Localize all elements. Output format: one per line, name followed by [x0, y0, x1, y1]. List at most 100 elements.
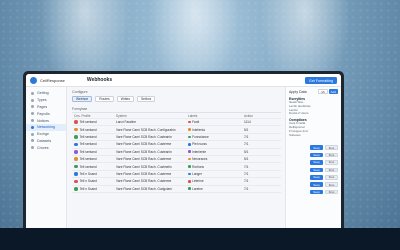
labels-cell: Lareine: [188, 187, 244, 191]
column-header[interactable]: Cns. Profile: [72, 114, 116, 118]
profile-name: Tell sentand: [79, 120, 97, 125]
row-secondary-button[interactable]: Fmo: [325, 167, 338, 173]
sidebar-item-payrolls[interactable]: Payrolls: [26, 110, 66, 117]
label-text: Intelienia: [192, 127, 205, 132]
right-panel-title: Apply Data: [289, 89, 307, 94]
monitor: CellResponse Webhooks Get Formatting Get…: [23, 71, 344, 228]
section-label: Configure: [72, 90, 88, 94]
column-header[interactable]: Action: [244, 114, 266, 118]
sidebar-item-label: Exchge: [37, 132, 49, 137]
action-cell: 1114: [244, 120, 251, 125]
sidebar: Getting Types Pages Payrolls Notices Networki…: [26, 87, 67, 228]
profile-cell: Tell sentand: [72, 128, 116, 132]
add-button[interactable]: Add: [328, 89, 338, 94]
avatar: [74, 127, 78, 132]
sidebar-item-datasets[interactable]: Datasets: [26, 138, 66, 145]
right-panel-sections: Eserylties Iloasli Siso Lechn landshsis Lac…: [289, 97, 338, 137]
filter-chip[interactable]: Webhoe: [72, 96, 93, 102]
filter-bar: Webhoe Routes Writes Setbox: [72, 96, 281, 102]
profile-name: Tell sentand: [79, 142, 97, 147]
label-dot-icon: [188, 143, 191, 146]
sidebar-item-types[interactable]: Types: [26, 97, 66, 104]
sidebar-item-label: Getting: [37, 91, 49, 96]
profile-cell: Tell n Scand: [72, 187, 116, 191]
primary-action-button[interactable]: Get Formatting: [305, 77, 337, 84]
sidebar-item-label: Chores: [37, 145, 49, 150]
table-row[interactable]: Tell n Scand Vare Flane Carni SCB Rach. G…: [72, 186, 281, 193]
action-cell: 7/1: [244, 171, 249, 176]
label-text: Funnoiance: [192, 134, 209, 139]
main-content: Configure Webhoe Routes Writes Setbox Formy…: [68, 87, 285, 228]
right-panel: Apply Data Mt Add Eserylties Iloasli Siso…: [285, 87, 341, 228]
row-actions: Seop Fmo: [289, 166, 338, 173]
mt-button[interactable]: Mt: [318, 89, 328, 94]
table-row[interactable]: Tell sentand Vare Flane Carni SCB Rach. C…: [72, 141, 281, 149]
sidebar-item-label: Networking: [37, 125, 55, 130]
profile-cell: Tell sentand: [72, 120, 116, 124]
column-header[interactable]: System: [116, 114, 188, 118]
row-secondary-button[interactable]: Fmo: [325, 152, 338, 158]
avatar: [74, 120, 78, 124]
system-cell: Vare Flane Carni SCB Rach. Gudgclam: [116, 186, 172, 191]
top-bar: CellResponse Webhooks Get Formatting: [26, 74, 341, 87]
label-text: Langer: [192, 171, 203, 176]
column-header[interactable]: Labels: [188, 114, 244, 118]
action-cell: 7/1: [244, 142, 249, 147]
action-cell: 7/1: [244, 179, 249, 184]
label-dot-icon: [188, 172, 191, 176]
row-actions: Seop Fmo: [289, 181, 338, 188]
nav-dot-icon: [31, 139, 34, 143]
avatar: [74, 164, 78, 169]
row-primary-button[interactable]: Seop: [310, 167, 323, 173]
filter-chip[interactable]: Setbox: [136, 96, 156, 102]
filter-chip[interactable]: Routes: [95, 96, 114, 102]
avatar: [74, 186, 78, 191]
avatar: [74, 179, 78, 184]
action-cell: 5/1: [244, 149, 249, 154]
sidebar-item-chores[interactable]: Chores: [26, 144, 66, 151]
avatar: [74, 172, 78, 176]
filter-chip[interactable]: Writes: [116, 96, 134, 102]
row-secondary-button[interactable]: Fmo: [325, 145, 338, 150]
labels-cell: Nesnraces: [188, 157, 244, 161]
table-row[interactable]: Tell sentand Lanci Faraline Fanit 1114: [72, 119, 281, 127]
sidebar-item-getting[interactable]: Getting: [26, 90, 66, 97]
row-primary-button[interactable]: Seop: [310, 182, 323, 187]
table-row[interactable]: Tell n Scand Vare Flane Carni SCB Rach. C…: [72, 178, 281, 186]
sidebar-item-label: Pages: [37, 104, 48, 109]
sidebar-item-pages[interactable]: Pages: [26, 104, 66, 111]
table-row[interactable]: Tell sentand Vare Flane Carni SCB Rach. C…: [72, 149, 281, 156]
system-cell: Vare Flane Carni SCB Rach. Custmeiin: [116, 164, 172, 169]
label-text: Inteniente: [192, 149, 207, 154]
labels-cell: Langer: [188, 172, 244, 176]
row-primary-button[interactable]: Seop: [310, 160, 323, 165]
row-primary-button[interactable]: Seop: [310, 152, 323, 158]
profile-cell: Tell sentand: [72, 157, 116, 161]
row-primary-button[interactable]: Seop: [310, 174, 323, 180]
label-text: Plet nucss: [192, 142, 207, 147]
profile-name: Tell sentand: [79, 164, 97, 169]
label-text: Leterine: [192, 179, 204, 184]
row-secondary-button[interactable]: Fmo: [325, 182, 338, 187]
action-cell: 7/1: [244, 186, 249, 191]
label-dot-icon: [188, 128, 191, 131]
table-row[interactable]: Tell sentand Vare Flane Carni SCB Rach. C…: [72, 134, 281, 142]
desk-surface: [0, 228, 400, 250]
sidebar-item-exchge[interactable]: Exchge: [26, 131, 66, 138]
row-primary-button[interactable]: Seop: [310, 189, 323, 195]
table-row[interactable]: Tell n Scand Vare Flane Carni SCB Rach. C…: [72, 171, 281, 179]
row-secondary-button[interactable]: Fmo: [325, 189, 338, 195]
sidebar-item-label: Datasets: [37, 138, 52, 143]
row-primary-button[interactable]: Seop: [310, 145, 323, 150]
row-secondary-button[interactable]: Fmo: [325, 174, 338, 180]
table-row[interactable]: Tell sentand Vare Flane Carni SCB Rach. C…: [72, 156, 281, 164]
action-cell: 7/1: [244, 164, 249, 169]
table-row[interactable]: Tell sentand Vare Flane Carni SCB Rach. C…: [72, 163, 281, 171]
label-text: Rortions: [192, 164, 204, 169]
table-row[interactable]: Tell sentand Vare Flane Carni SCB Rach. C…: [72, 126, 281, 134]
row-secondary-button[interactable]: Fmo: [325, 160, 338, 165]
labels-cell: Rortions: [188, 165, 244, 169]
profile-name: Tell sentand: [79, 157, 97, 162]
sidebar-item-notices[interactable]: Notices: [26, 117, 66, 124]
sidebar-item-networking[interactable]: Networking: [26, 123, 66, 131]
